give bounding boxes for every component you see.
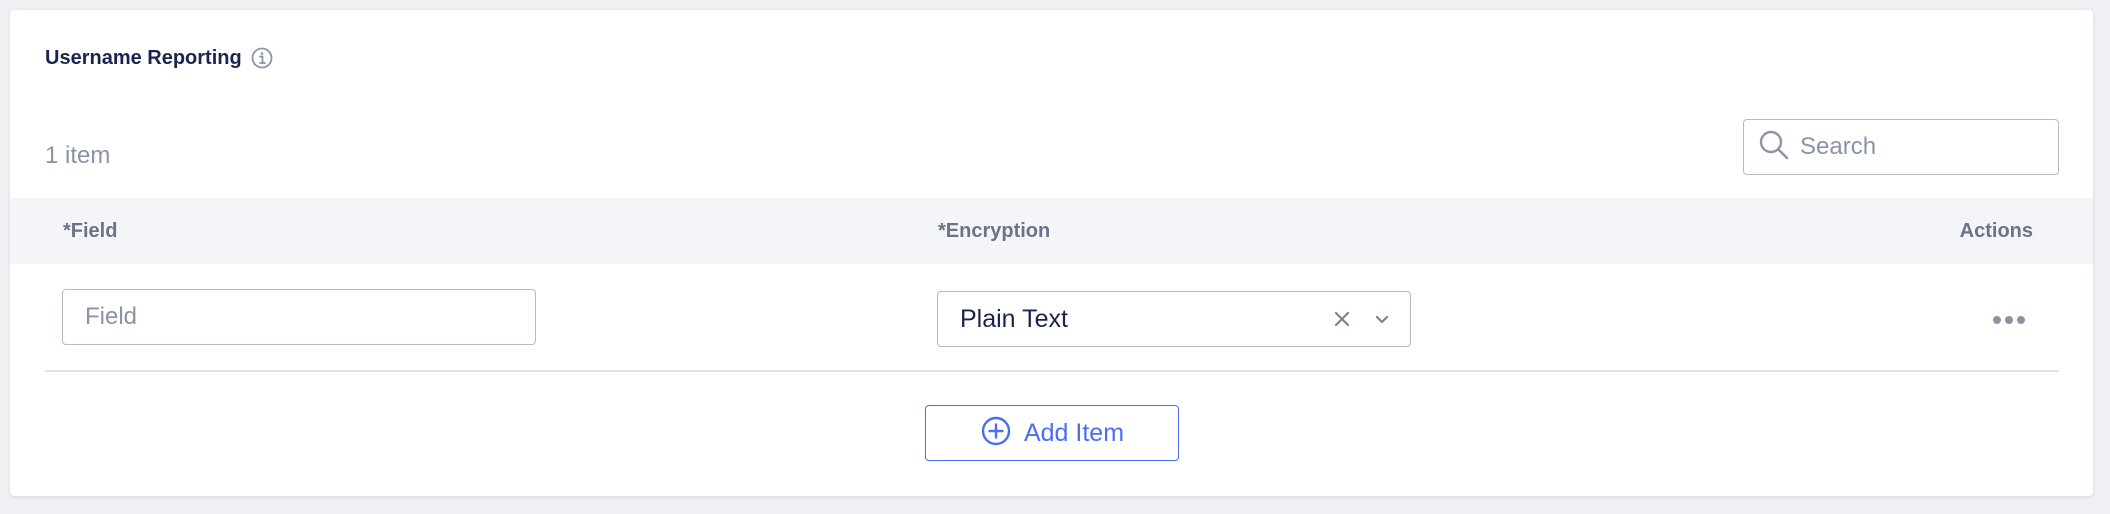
add-item-button[interactable]: Add Item: [925, 405, 1179, 461]
plus-circle-icon: [980, 415, 1012, 452]
search-input[interactable]: [1800, 133, 2040, 161]
table-header: *Field *Encryption Actions: [10, 198, 2093, 264]
section-title: Username Reporting: [45, 46, 242, 69]
item-count: 1 item: [45, 142, 111, 169]
row-divider: [45, 370, 2059, 372]
search-icon: [1758, 129, 1790, 166]
chevron-down-icon[interactable]: [1370, 307, 1394, 331]
column-header-encryption: *Encryption: [938, 220, 1051, 242]
more-horizontal-icon[interactable]: [1992, 313, 2026, 327]
column-header-actions: Actions: [1959, 220, 2033, 242]
username-reporting-card: Username Reporting 1 item *Field *Encryp…: [10, 10, 2093, 496]
close-icon[interactable]: [1330, 307, 1354, 331]
encryption-select[interactable]: Plain Text: [937, 291, 1411, 347]
section-header: Username Reporting: [45, 46, 274, 70]
info-icon[interactable]: [250, 46, 274, 70]
encryption-select-value: Plain Text: [960, 304, 1068, 333]
search-box[interactable]: [1743, 119, 2059, 175]
column-header-field: *Field: [63, 220, 118, 242]
add-item-label: Add Item: [1023, 418, 1125, 447]
field-input[interactable]: [62, 289, 536, 345]
